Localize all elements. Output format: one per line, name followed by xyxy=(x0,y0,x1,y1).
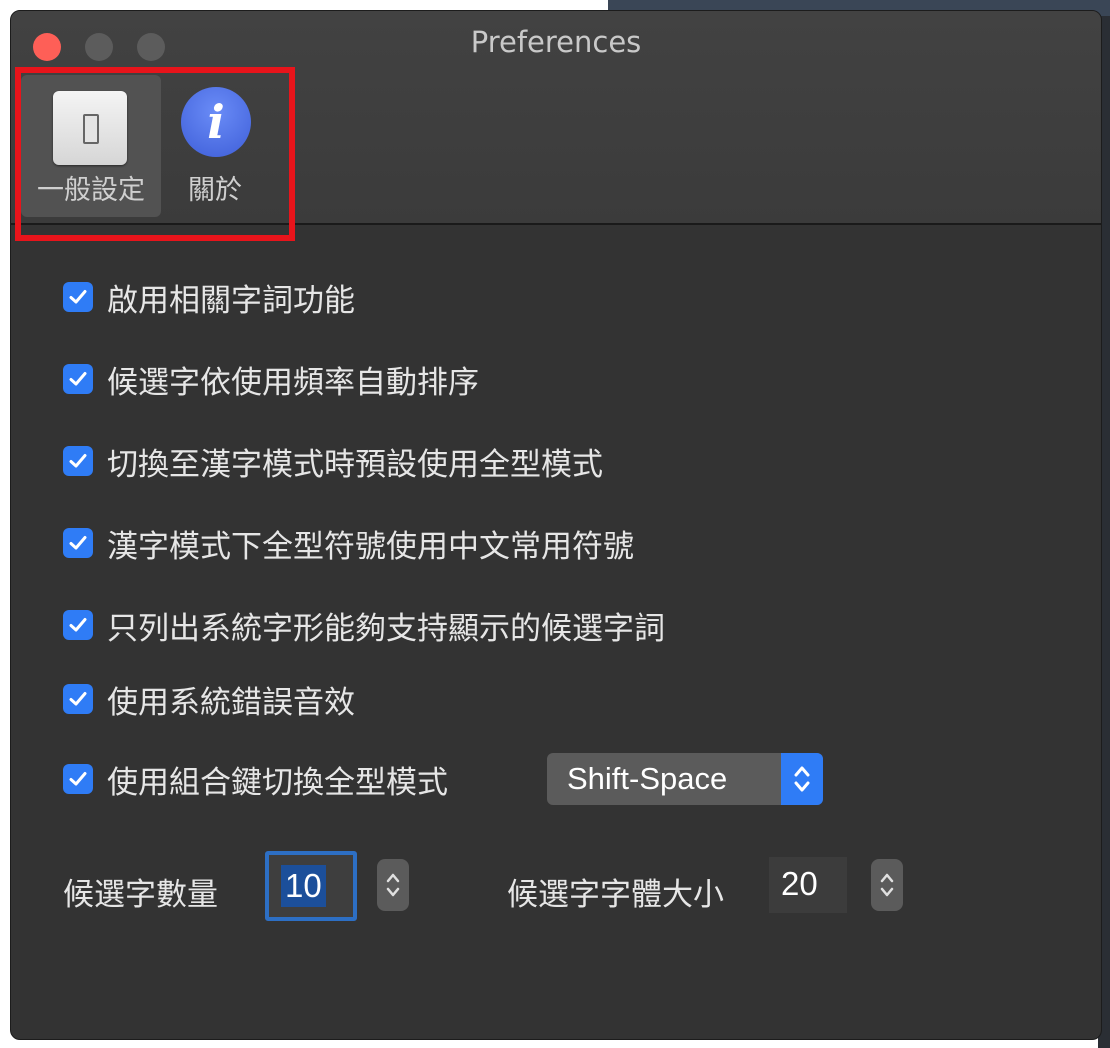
checkmark-icon xyxy=(69,692,87,706)
preferences-window: Preferences 一般設定 i 關於 啟用相關字詞功能 候選字依使用頻率自… xyxy=(10,10,1102,1040)
option-label-chinese-symbols: 漢字模式下全型符號使用中文常用符號 xyxy=(107,528,634,565)
checkmark-icon xyxy=(69,772,87,786)
stepper-arrows-icon xyxy=(386,873,400,897)
checkbox-sort-by-frequency[interactable] xyxy=(63,364,93,394)
candidate-count-field[interactable]: 10 xyxy=(265,851,357,921)
checkbox-chinese-symbols[interactable] xyxy=(63,528,93,558)
general-switch-icon xyxy=(53,91,127,165)
candidate-font-size-value: 20 xyxy=(781,865,818,902)
option-label-supported-glyphs: 只列出系統字形能夠支持顯示的候選字詞 xyxy=(107,610,665,647)
checkmark-icon xyxy=(69,618,87,632)
option-label-default-fullwidth: 切換至漢字模式時預設使用全型模式 xyxy=(107,446,603,483)
tab-about[interactable]: i 關於 xyxy=(169,75,261,217)
candidate-font-size-field[interactable]: 20 xyxy=(769,857,847,913)
tab-about-label: 關於 xyxy=(188,175,242,206)
candidate-count-label: 候選字數量 xyxy=(63,877,218,913)
tab-general-settings[interactable]: 一般設定 xyxy=(21,75,161,217)
option-row-related-words: 啟用相關字詞功能 xyxy=(63,277,355,319)
option-label-sort-by-frequency: 候選字依使用頻率自動排序 xyxy=(107,364,479,401)
info-icon: i xyxy=(181,87,251,157)
option-label-error-sound: 使用系統錯誤音效 xyxy=(107,684,355,721)
shortcut-popup-button[interactable]: Shift-Space xyxy=(547,753,823,805)
checkbox-supported-glyphs[interactable] xyxy=(63,610,93,640)
checkbox-error-sound[interactable] xyxy=(63,684,93,714)
shortcut-popup-value: Shift-Space xyxy=(567,761,728,796)
candidate-count-stepper[interactable] xyxy=(377,859,409,911)
stepper-arrows-icon xyxy=(880,873,894,897)
window-title: Preferences xyxy=(470,25,642,59)
checkmark-icon xyxy=(69,536,87,550)
tab-general-label: 一般設定 xyxy=(37,175,145,206)
checkmark-icon xyxy=(69,372,87,386)
candidate-count-value: 10 xyxy=(281,865,326,907)
checkmark-icon xyxy=(69,290,87,304)
option-row-default-fullwidth: 切換至漢字模式時預設使用全型模式 xyxy=(63,441,603,483)
checkbox-default-fullwidth[interactable] xyxy=(63,446,93,476)
toolbar: Preferences 一般設定 i 關於 xyxy=(11,11,1101,241)
popup-up-down-arrows-icon xyxy=(781,753,823,805)
candidate-font-size-label: 候選字字體大小 xyxy=(507,877,724,913)
option-row-chinese-symbols: 漢字模式下全型符號使用中文常用符號 xyxy=(63,523,634,565)
option-row-supported-glyphs: 只列出系統字形能夠支持顯示的候選字詞 xyxy=(63,605,665,647)
option-label-shortcut-toggle: 使用組合鍵切換全型模式 xyxy=(107,764,448,801)
option-row-error-sound: 使用系統錯誤音效 xyxy=(63,679,355,721)
checkbox-shortcut-toggle[interactable] xyxy=(63,764,93,794)
checkbox-related-words[interactable] xyxy=(63,282,93,312)
switch-glyph xyxy=(83,114,99,144)
checkmark-icon xyxy=(69,454,87,468)
option-row-sort-by-frequency: 候選字依使用頻率自動排序 xyxy=(63,359,479,401)
option-label-related-words: 啟用相關字詞功能 xyxy=(107,282,355,319)
option-row-shortcut-toggle: 使用組合鍵切換全型模式 xyxy=(63,759,448,801)
candidate-font-size-stepper[interactable] xyxy=(871,859,903,911)
